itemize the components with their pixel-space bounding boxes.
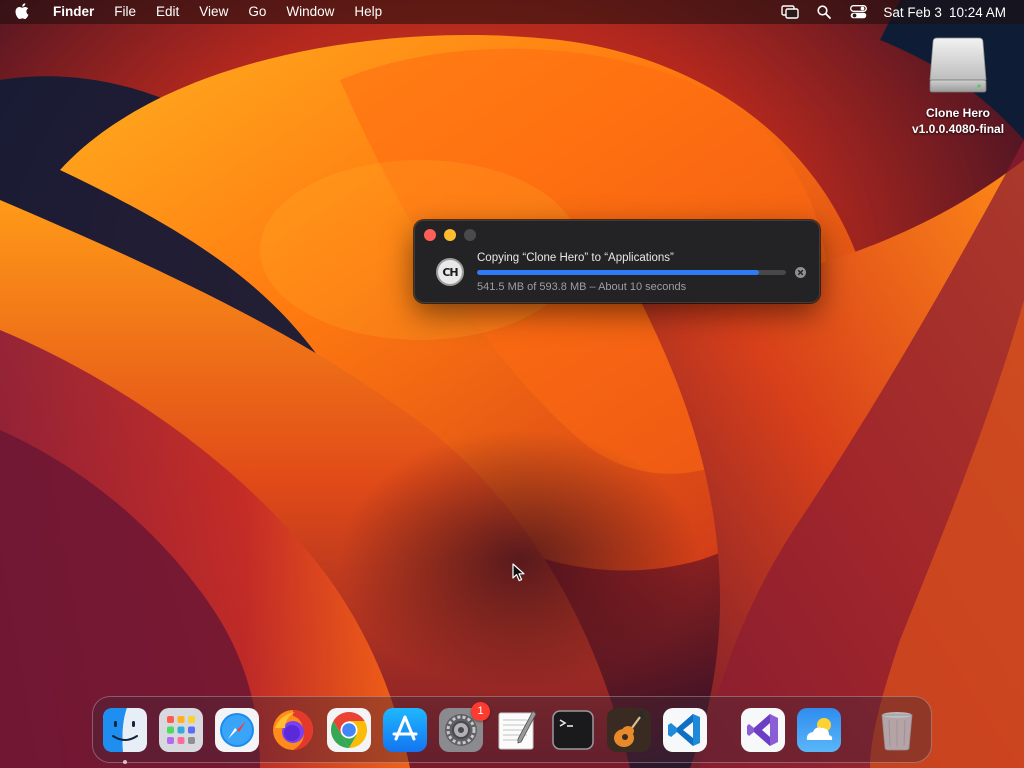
menu-extras: Sat Feb 3 10:24 AM [773, 0, 1024, 24]
screen-mirroring-icon[interactable] [773, 5, 807, 19]
cancel-copy-button[interactable] [795, 267, 806, 278]
close-window-button[interactable] [424, 229, 436, 241]
menu-bar-clock[interactable]: Sat Feb 3 10:24 AM [883, 5, 1006, 20]
running-indicator [123, 759, 127, 764]
terminal-icon [552, 709, 594, 750]
safari-icon [215, 707, 259, 752]
external-drive-icon [927, 34, 989, 96]
stop-icon [797, 269, 804, 276]
apple-menu[interactable] [0, 2, 44, 22]
spotlight-search-icon[interactable] [807, 5, 841, 19]
dock-launchpad[interactable] [159, 707, 203, 752]
dock-trash[interactable] [875, 708, 919, 752]
dock-firefox[interactable] [271, 708, 315, 752]
menu-file[interactable]: File [104, 0, 146, 24]
firefox-icon [273, 709, 313, 750]
garageband-icon [607, 707, 651, 752]
desktop-volume-label-line2: v1.0.0.4080-final [911, 122, 1005, 136]
notification-badge: 1 [471, 701, 490, 721]
dock: 1 [92, 696, 932, 764]
finder-icon [103, 707, 147, 752]
desktop-volume-label: Clone Hero v1.0.0.4080-final [912, 105, 1004, 137]
desktop-volume-label-line1: Clone Hero [925, 106, 990, 120]
menu-edit[interactable]: Edit [146, 0, 189, 24]
dock-system-settings[interactable]: 1 [439, 701, 490, 752]
dock-terminal[interactable] [551, 708, 595, 752]
dock-weather[interactable] [797, 707, 841, 752]
menu-app-name[interactable]: Finder [44, 0, 104, 24]
window-controls [424, 229, 476, 241]
vscode-icon [663, 707, 707, 752]
visual-studio-icon [741, 707, 785, 752]
clock-time: 10:24 AM [948, 4, 1006, 20]
weather-icon [797, 707, 841, 752]
menu-help[interactable]: Help [344, 0, 392, 24]
textedit-icon [498, 709, 537, 749]
app-store-icon [383, 707, 427, 752]
clock-date: Sat Feb 3 [883, 4, 942, 20]
apple-logo-icon [15, 2, 29, 22]
desktop-wallpaper [0, 0, 1024, 768]
zoom-window-button [464, 229, 476, 241]
clone-hero-app-icon: CH [436, 258, 464, 286]
menu-view[interactable]: View [189, 0, 238, 24]
dock-textedit[interactable] [495, 708, 539, 752]
dock-app-store[interactable] [383, 707, 427, 752]
chrome-icon [327, 707, 371, 752]
minimize-window-button[interactable] [444, 229, 456, 241]
trash-icon [881, 711, 913, 750]
control-center-icon[interactable] [841, 5, 875, 19]
copy-progress-bar [477, 270, 786, 275]
copy-status-title: Copying “Clone Hero” to “Applications” [477, 252, 674, 264]
copy-progress-fill [477, 270, 759, 275]
menu-bar: Finder File Edit View Go Window Help Sat… [0, 0, 1024, 24]
mouse-pointer-icon [512, 563, 525, 582]
dock-vscode[interactable] [663, 707, 707, 752]
copy-progress-window: CH Copying “Clone Hero” to “Applications… [414, 220, 820, 303]
menu-window[interactable]: Window [276, 0, 344, 24]
dock-finder[interactable] [103, 707, 147, 764]
dock-chrome[interactable] [327, 707, 371, 752]
dock-garageband[interactable] [607, 707, 651, 752]
dock-visual-studio[interactable] [741, 707, 785, 752]
launchpad-icon [159, 707, 203, 752]
dock-safari[interactable] [215, 707, 259, 752]
copy-progress-detail: 541.5 MB of 593.8 MB – About 10 seconds [477, 281, 687, 293]
menu-go[interactable]: Go [238, 0, 276, 24]
desktop-volume-clone-hero[interactable]: Clone Hero v1.0.0.4080-final [898, 34, 1018, 137]
